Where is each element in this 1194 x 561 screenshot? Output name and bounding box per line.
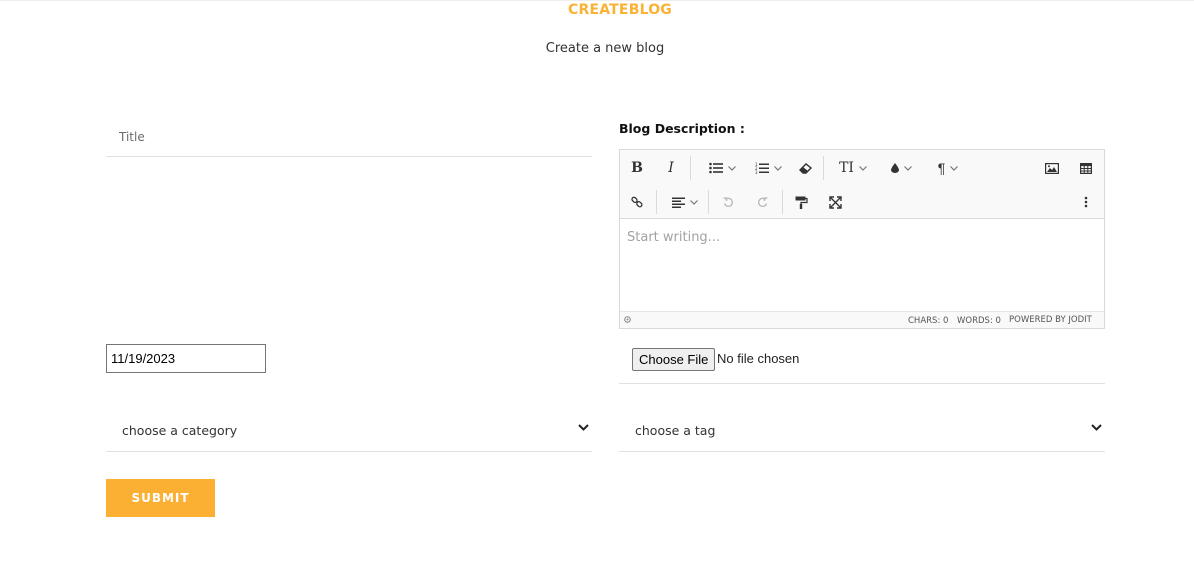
category-select-value: choose a category bbox=[122, 423, 238, 438]
align-icon[interactable] bbox=[667, 189, 703, 215]
powered-by-link[interactable]: POWERED BY JODIT bbox=[1009, 315, 1092, 325]
fullsize-icon[interactable] bbox=[826, 189, 844, 215]
page-title: CREATEBLOG bbox=[568, 2, 672, 18]
paragraph-icon[interactable]: ¶ bbox=[930, 155, 966, 181]
table-icon[interactable] bbox=[1077, 155, 1095, 181]
words-count: WORDS: 0 bbox=[957, 316, 1001, 326]
file-upload: Choose File No file chosen bbox=[619, 345, 1105, 384]
page-subtitle: Create a new blog bbox=[545, 41, 665, 56]
file-status-text: No file chosen bbox=[717, 351, 800, 366]
choose-file-button[interactable]: Choose File bbox=[632, 348, 716, 371]
tag-select[interactable]: choose a tag bbox=[619, 411, 1105, 452]
rich-text-editor: B I 123 TI ¶ Start writing... CHARS: 0 W… bbox=[619, 149, 1105, 329]
top-divider bbox=[0, 0, 1194, 1]
link-icon[interactable] bbox=[628, 189, 646, 215]
color-icon[interactable] bbox=[884, 155, 918, 181]
italic-icon[interactable]: I bbox=[662, 155, 680, 181]
ordered-list-icon[interactable]: 123 bbox=[750, 155, 786, 181]
eraser-icon[interactable] bbox=[796, 155, 814, 181]
bold-icon[interactable]: B bbox=[628, 155, 646, 181]
chevron-down-icon bbox=[578, 424, 589, 431]
resize-handle-icon[interactable] bbox=[624, 316, 631, 323]
undo-icon[interactable] bbox=[719, 189, 737, 215]
blog-description-label: Blog Description : bbox=[619, 121, 745, 136]
more-icon[interactable] bbox=[1077, 189, 1095, 215]
svg-text:3: 3 bbox=[755, 170, 758, 175]
redo-icon[interactable] bbox=[753, 189, 771, 215]
image-icon[interactable] bbox=[1043, 155, 1061, 181]
editor-content[interactable]: Start writing... bbox=[627, 230, 720, 245]
unordered-list-icon[interactable] bbox=[703, 155, 741, 181]
tag-select-value: choose a tag bbox=[635, 423, 716, 438]
submit-button[interactable]: SUBMIT bbox=[106, 479, 215, 517]
date-input[interactable] bbox=[106, 344, 266, 373]
chevron-down-icon bbox=[1091, 424, 1102, 431]
editor-status-bar: CHARS: 0 WORDS: 0 POWERED BY JODIT bbox=[620, 311, 1104, 328]
editor-toolbar: B I 123 TI ¶ bbox=[620, 150, 1104, 219]
paint-format-icon[interactable] bbox=[792, 189, 810, 215]
title-input[interactable] bbox=[106, 118, 592, 157]
font-size-icon[interactable]: TI bbox=[835, 155, 871, 181]
category-select[interactable]: choose a category bbox=[106, 411, 592, 452]
chars-count: CHARS: 0 bbox=[908, 316, 949, 326]
